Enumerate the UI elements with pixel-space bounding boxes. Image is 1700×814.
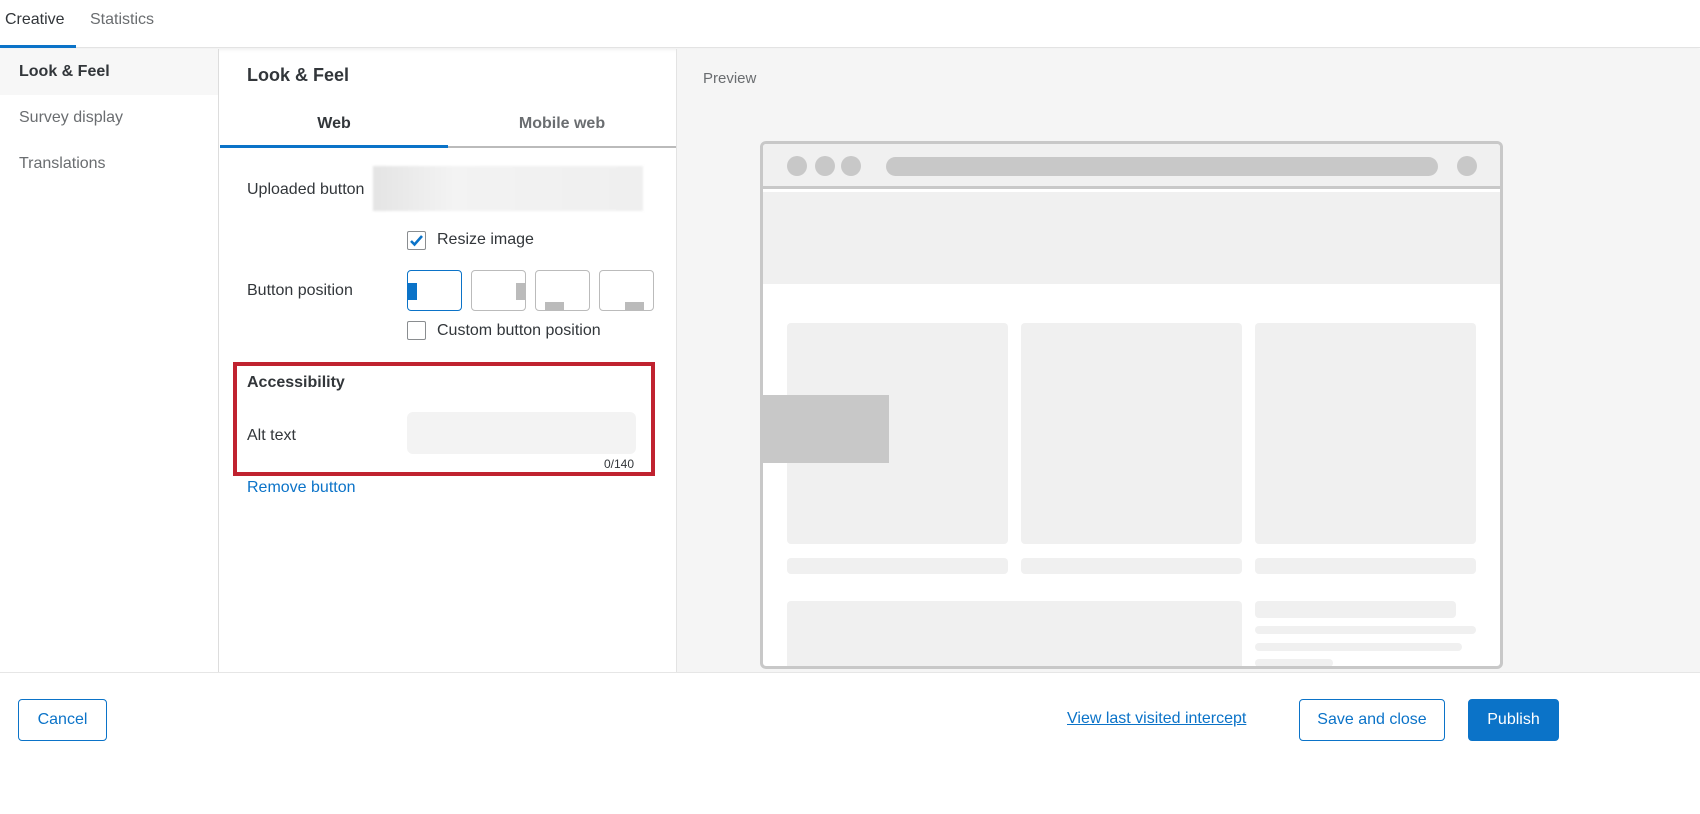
subtab-indicator bbox=[220, 145, 448, 148]
position-right-option[interactable] bbox=[471, 270, 526, 311]
cancel-button[interactable]: Cancel bbox=[18, 699, 107, 741]
alt-text-label: Alt text bbox=[247, 427, 296, 444]
sidebar-item-translations[interactable]: Translations bbox=[0, 141, 218, 187]
alt-text-input[interactable] bbox=[407, 412, 636, 454]
save-close-button[interactable]: Save and close bbox=[1299, 699, 1445, 741]
tab-web[interactable]: Web bbox=[220, 115, 448, 133]
position-left-option[interactable] bbox=[407, 270, 462, 311]
footer: Cancel View last visited intercept Save … bbox=[0, 672, 1700, 814]
browser-toolbar bbox=[763, 144, 1500, 189]
view-last-intercept-link[interactable]: View last visited intercept bbox=[1067, 710, 1246, 728]
browser-mockup bbox=[760, 141, 1503, 669]
preview-label: Preview bbox=[703, 70, 757, 87]
tab-creative[interactable]: Creative bbox=[5, 11, 65, 29]
accessibility-heading: Accessibility bbox=[247, 374, 345, 391]
page-banner bbox=[763, 192, 1500, 284]
tab-statistics[interactable]: Statistics bbox=[90, 11, 154, 29]
subtab-divider bbox=[448, 146, 676, 148]
preview-area: Preview bbox=[677, 49, 1700, 672]
button-position-label: Button position bbox=[247, 282, 353, 299]
position-bottom-left-option[interactable] bbox=[535, 270, 590, 311]
custom-position-checkbox[interactable] bbox=[407, 321, 426, 340]
remove-button-link[interactable]: Remove button bbox=[247, 479, 356, 497]
publish-button[interactable]: Publish bbox=[1468, 699, 1559, 741]
look-feel-panel: Look & Feel Web Mobile web Uploaded butt… bbox=[220, 49, 676, 672]
position-bottom-right-option[interactable] bbox=[599, 270, 654, 311]
address-bar bbox=[886, 157, 1438, 176]
sidebar-item-survey-display[interactable]: Survey display bbox=[0, 95, 218, 141]
uploaded-button-label: Uploaded button bbox=[247, 181, 365, 198]
tab-mobile-web[interactable]: Mobile web bbox=[448, 115, 676, 133]
resize-image-checkbox[interactable] bbox=[407, 231, 426, 250]
sidebar: Look & Feel Survey display Translations bbox=[0, 49, 219, 672]
active-tab-indicator bbox=[0, 45, 76, 48]
alt-text-counter: 0/140 bbox=[604, 457, 635, 471]
top-tabs: Creative Statistics bbox=[0, 0, 1700, 48]
button-preview bbox=[763, 395, 889, 463]
sidebar-item-look-feel[interactable]: Look & Feel bbox=[0, 49, 218, 95]
check-icon bbox=[410, 235, 423, 247]
resize-image-label: Resize image bbox=[437, 231, 534, 248]
uploaded-button-image bbox=[373, 166, 643, 211]
panel-title: Look & Feel bbox=[247, 65, 350, 85]
custom-position-label: Custom button position bbox=[437, 322, 601, 339]
